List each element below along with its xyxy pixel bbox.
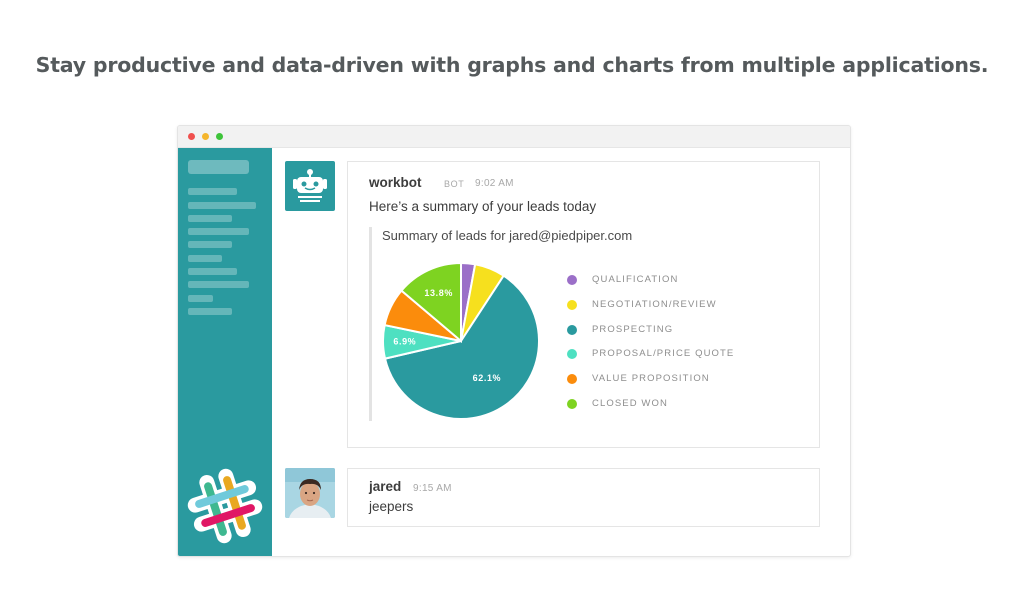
message-timestamp[interactable]: 9:15 AM [413,483,452,494]
legend-label: VALUE PROPOSITION [592,373,710,385]
legend-label: QUALIFICATION [592,274,679,285]
jared-avatar[interactable] [285,468,335,518]
sidebar [178,148,272,556]
sidebar-item[interactable] [188,228,249,235]
legend-label: NEGOTIATION/REVIEW [592,298,717,310]
sidebar-item[interactable] [188,308,232,315]
sidebar-item[interactable] [188,202,256,209]
pie-slice-label: 62.1% [473,373,502,383]
message-timestamp[interactable]: 9:02 AM [475,178,514,189]
jared-message-card [347,468,820,527]
attachment-rule [369,227,372,421]
legend-swatch [567,299,577,310]
message-sender[interactable]: jared [369,479,401,494]
legend-swatch [567,324,577,335]
sidebar-item[interactable] [188,215,232,222]
page-headline: Stay productive and data-driven with gra… [35,53,989,77]
workbot-avatar[interactable] [285,161,335,211]
sidebar-item[interactable] [188,255,222,262]
close-window-button[interactable] [188,133,195,140]
sidebar-item[interactable] [188,281,249,288]
zoom-window-button[interactable] [216,133,223,140]
sidebar-item[interactable] [188,268,237,275]
sidebar-item[interactable] [188,188,237,195]
pie-slice-label: 6.9% [393,337,416,347]
legend-swatch [567,399,577,409]
message-sender[interactable]: workbot [369,175,422,190]
minimize-window-button[interactable] [202,133,209,140]
legend-label: PROPOSAL/PRICE QUOTE [592,348,735,360]
legend-label: PROSPECTING [592,323,674,335]
legend-swatch [567,275,577,285]
robot-icon [293,169,327,202]
message-text: jeepers [369,499,414,514]
window-titlebar [178,126,850,148]
sidebar-item[interactable] [188,241,232,248]
sidebar-item[interactable] [188,295,213,302]
leads-pie-chart: 62.1% 6.9% 13.8% [382,261,540,420]
team-name-placeholder[interactable] [188,160,249,174]
pie-slice-label: 13.8% [424,288,453,298]
message-text: Here’s a summary of your leads today [369,199,597,214]
user-photo-icon [285,468,335,518]
attachment-title: Summary of leads for jared@piedpiper.com [382,228,633,243]
bot-badge: BOT [444,179,465,189]
slack-logo-icon [187,468,263,544]
legend-label: CLOSED WON [592,398,668,409]
